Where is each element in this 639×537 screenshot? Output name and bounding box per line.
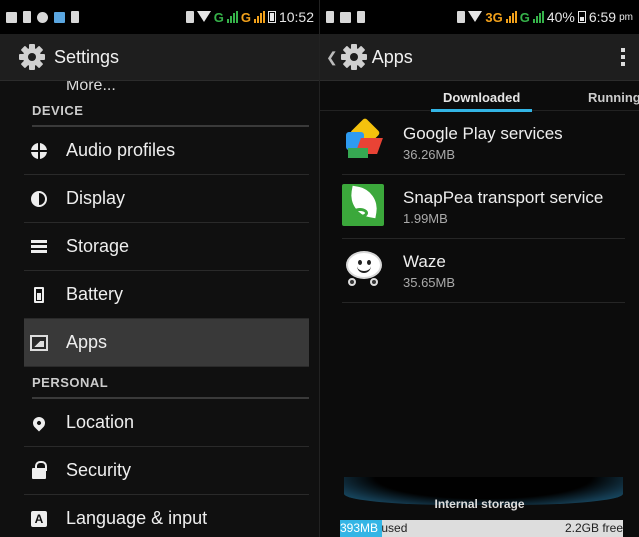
storage-free-text: 2.2GB free	[564, 521, 623, 535]
clock: 10:52	[278, 9, 314, 25]
lock-icon	[32, 460, 47, 479]
notification-icons	[6, 11, 186, 23]
notification-icon	[6, 11, 17, 23]
language-icon: A	[31, 510, 47, 527]
image-icon	[340, 11, 351, 23]
settings-item-label: Language & input	[66, 508, 208, 528]
storage-used-suffix: used	[381, 521, 408, 535]
tab-downloaded[interactable]: Downloaded	[430, 90, 533, 112]
signal-icon-2	[532, 11, 544, 23]
network-type-3g: 3G	[485, 9, 503, 25]
settings-pane: G G 10:52 Settings More... DEVICE Audio …	[0, 0, 320, 537]
storage-bar: 393MB used 2.2GB free	[340, 520, 623, 537]
settings-item-display[interactable]: Display	[24, 175, 309, 223]
app-name: Waze	[403, 251, 446, 271]
signal-icon	[505, 11, 517, 23]
settings-gear-icon[interactable]	[18, 43, 46, 71]
app-list: Google Play services 36.26MB SnapPea tra…	[320, 111, 639, 303]
storage-used-value: 393MB	[340, 521, 379, 535]
notification-icons	[326, 11, 457, 23]
wifi-icon	[196, 11, 211, 23]
settings-item-language-input[interactable]: A Language & input	[24, 495, 309, 537]
tab-running[interactable]: Running	[588, 90, 639, 105]
page-title: Settings	[54, 46, 120, 67]
settings-item-battery[interactable]: Battery	[24, 271, 309, 319]
app-name: Google Play services	[403, 123, 563, 143]
settings-item-apps[interactable]: Apps	[24, 319, 309, 367]
gallery-icon	[54, 11, 65, 23]
google-play-services-icon	[342, 116, 388, 166]
storage-icon	[31, 239, 47, 254]
overflow-menu-icon[interactable]	[621, 48, 625, 66]
status-right: 3G G 40% 6:59 pm	[457, 9, 633, 25]
section-header-personal: PERSONAL	[32, 367, 309, 399]
app-size: 35.65MB	[403, 274, 456, 290]
app-size: 1.99MB	[403, 210, 448, 226]
network-type: G	[213, 9, 224, 25]
audio-profiles-icon	[31, 142, 47, 159]
signal-icon	[226, 11, 238, 23]
settings-list: More... DEVICE Audio profiles Display St…	[0, 81, 320, 537]
display-icon	[31, 190, 47, 207]
network-type-g: G	[519, 9, 530, 25]
settings-item-label: Storage	[66, 236, 130, 256]
status-right: G G 10:52	[185, 9, 314, 25]
missed-call-icon	[37, 11, 48, 23]
lock-status-icon	[357, 11, 365, 23]
waze-icon	[342, 248, 388, 294]
bluetooth-icon	[457, 11, 466, 23]
battery-icon	[34, 286, 44, 303]
page-title: Apps	[371, 46, 413, 67]
snappea-icon	[342, 183, 388, 230]
bluetooth-icon	[185, 11, 194, 23]
settings-action-bar: Settings	[0, 34, 320, 81]
back-chevron-icon[interactable]: ❮	[326, 49, 338, 66]
apps-icon	[30, 334, 48, 351]
settings-item-label: Audio profiles	[66, 140, 176, 160]
settings-gear-icon[interactable]	[340, 43, 368, 71]
storage-summary: Internal storage 393MB used 2.2GB free	[320, 477, 639, 537]
status-bar: G G 10:52	[0, 0, 320, 34]
signal-icon-2	[253, 11, 265, 23]
apps-action-bar: ❮ Apps	[320, 34, 639, 81]
download-icon	[326, 11, 334, 23]
apps-pane: 3G G 40% 6:59 pm ❮ Apps Downloaded Runni…	[320, 0, 639, 537]
battery-status-icon	[267, 11, 276, 23]
clock-ampm: pm	[619, 11, 633, 23]
usb-icon	[71, 11, 79, 23]
network-type-2: G	[240, 9, 251, 25]
settings-item-location[interactable]: Location	[24, 399, 309, 447]
status-bar: 3G G 40% 6:59 pm	[320, 0, 639, 34]
storage-used-text: 393MB used	[340, 521, 407, 535]
settings-item-label: Display	[66, 188, 126, 208]
battery-status-icon	[577, 11, 586, 23]
settings-item-label: Battery	[66, 284, 124, 304]
tab-strip: Downloaded Running	[320, 81, 639, 112]
location-icon	[30, 414, 48, 431]
settings-item-audio-profiles[interactable]: Audio profiles	[24, 127, 309, 175]
clock: 6:59	[588, 9, 617, 25]
app-row-waze[interactable]: Waze 35.65MB	[342, 239, 625, 303]
app-row-google-play-services[interactable]: Google Play services 36.26MB	[342, 111, 625, 175]
settings-item-label: Location	[66, 412, 135, 432]
more-item[interactable]: More...	[24, 81, 309, 95]
storage-label: Internal storage	[434, 497, 525, 511]
settings-item-security[interactable]: Security	[24, 447, 309, 495]
app-row-snappea[interactable]: SnapPea transport service 1.99MB	[342, 175, 625, 239]
section-header-device: DEVICE	[32, 95, 309, 127]
settings-item-label: Apps	[66, 332, 108, 352]
settings-item-storage[interactable]: Storage	[24, 223, 309, 271]
sd-card-icon	[23, 11, 31, 23]
app-name: SnapPea transport service	[403, 187, 604, 207]
app-size: 36.26MB	[403, 146, 456, 162]
settings-item-label: Security	[66, 460, 132, 480]
battery-percent: 40%	[546, 9, 575, 25]
wifi-icon	[468, 11, 483, 23]
